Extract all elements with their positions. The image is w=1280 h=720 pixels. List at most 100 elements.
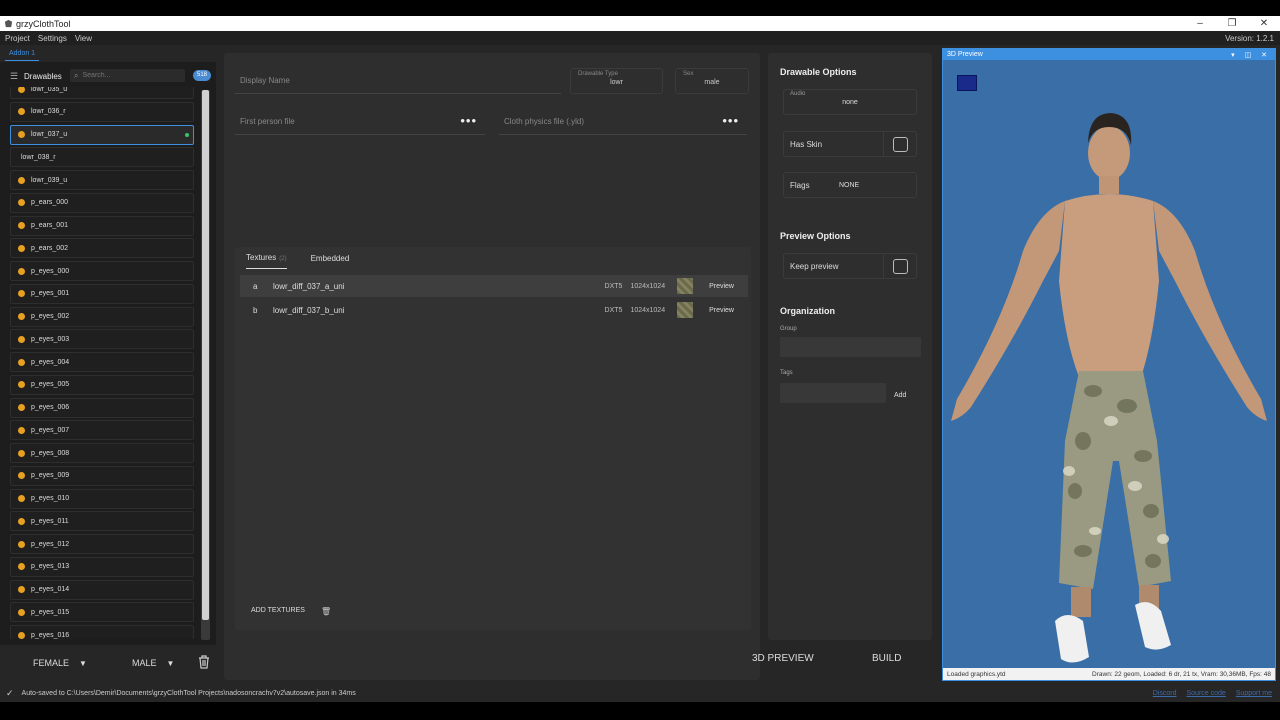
texture-row[interactable]: b lowr_diff_037_b_uni DXT5 1024x1024 Pre… [240,299,748,321]
drawable-item[interactable]: p_eyes_003 [10,329,194,350]
drawable-type-select[interactable]: Drawable Type lowr [570,68,663,94]
female-dropdown[interactable]: FEMALE ▼ [33,655,87,671]
drawable-item-label: p_eyes_010 [31,495,70,502]
drawable-item[interactable]: lowr_035_u [10,87,194,99]
build-button[interactable]: BUILD [872,653,901,664]
texture-thumbnail [677,278,694,294]
tab-textures[interactable]: Textures (2) [246,247,287,269]
drawable-item[interactable]: p_eyes_005 [10,374,194,395]
drawable-item[interactable]: p_eyes_012 [10,534,194,554]
source-code-link[interactable]: Source code [1187,690,1226,697]
flags-value: NONE [839,182,860,189]
drawable-item[interactable]: p_eyes_010 [10,488,194,509]
trash-icon[interactable] [198,655,210,669]
drawable-item-label: p_eyes_002 [31,313,70,320]
search-icon: ⌕ [74,70,79,80]
texture-name: lowr_diff_037_b_uni [273,305,345,315]
drawable-item[interactable]: p_eyes_014 [10,579,194,600]
drawables-label: Drawables [24,71,62,81]
status-message: Auto-saved to C:\Users\Demir\Documents\g… [21,690,356,697]
drawable-item[interactable]: p_ears_001 [10,215,194,236]
warning-icon [18,335,25,343]
menu-settings[interactable]: Settings [38,34,67,43]
warning-icon [18,87,25,93]
search-box[interactable]: ⌕ [70,69,185,82]
drawable-item[interactable]: p_eyes_011 [10,511,194,532]
texture-row[interactable]: a lowr_diff_037_a_uni DXT5 1024x1024 Pre… [240,275,748,297]
search-input[interactable] [82,72,173,79]
tab-textures-label: Textures [246,253,277,262]
scrollbar-thumb[interactable] [202,90,209,620]
drawable-item[interactable]: p_eyes_006 [10,397,194,418]
tab-textures-count: (2) [279,256,287,262]
drawable-item[interactable]: p_eyes_015 [10,602,194,623]
drawable-item[interactable]: p_eyes_008 [10,443,194,463]
support-me-link[interactable]: Support me [1236,690,1272,697]
add-tag-button[interactable]: Add [894,392,906,399]
drawable-item-label: p_eyes_000 [31,267,70,275]
preview-window-controls[interactable]: ▾ ◫ ✕ [1231,51,1271,59]
drawable-item-label: p_eyes_014 [31,586,70,593]
drawable-item[interactable]: p_ears_000 [10,192,194,213]
drawable-item[interactable]: p_eyes_000 [10,261,194,281]
drawable-item[interactable]: p_eyes_007 [10,420,194,441]
flags-field[interactable]: Flags NONE [783,172,917,198]
has-skin-checkbox[interactable] [893,137,908,152]
keep-preview-checkbox[interactable] [893,259,908,274]
drawable-item[interactable]: lowr_039_u [10,170,194,190]
status-dot-icon [185,132,189,137]
drawable-item[interactable]: p_eyes_002 [10,306,194,327]
3d-preview-window[interactable]: 3D Preview ▾ ◫ ✕ Loaded graphics.ytd Dra… [942,48,1276,681]
menu-view[interactable]: View [75,34,92,43]
close-icon[interactable]: ✕ [1248,18,1280,29]
drawable-options-title: Drawable Options [780,67,857,77]
3d-preview-button[interactable]: 3D PREVIEW [752,653,814,664]
drawables-scrollbar[interactable] [201,90,210,640]
drawable-item-label: p_eyes_001 [31,290,70,298]
window-title: grzyClothTool [16,18,71,29]
trash-icon[interactable]: 🗑 [321,607,331,616]
display-name-field[interactable]: Display Name [235,68,561,94]
audio-select[interactable]: Audio none [783,89,917,115]
drawable-item[interactable]: lowr_037_u [10,124,194,145]
minimize-icon[interactable]: – [1184,18,1216,29]
texture-format: DXT5 [604,282,623,290]
menu-project[interactable]: Project [5,34,30,43]
warning-icon [18,108,25,116]
drawable-item[interactable]: p_eyes_009 [10,465,194,486]
tab-embedded[interactable]: Embedded [311,248,350,269]
male-label: MALE [132,658,157,668]
texture-format: DXT5 [604,306,623,314]
drawable-item[interactable]: lowr_038_r [10,147,194,168]
drawable-item[interactable]: p_eyes_013 [10,556,194,577]
warning-icon [18,358,25,366]
drawable-item[interactable]: lowr_036_r [10,101,194,122]
texture-letter: a [253,281,258,291]
drawable-item[interactable]: p_eyes_016 [10,625,194,639]
texture-preview-button[interactable]: Preview [709,283,734,290]
tab-addon-1[interactable]: Addon 1 [5,50,40,61]
cloth-physics-file-field[interactable]: Cloth physics file (.yld) ••• [499,109,747,135]
drawable-item-label: p_ears_000 [31,199,68,207]
texture-preview-button[interactable]: Preview [709,307,734,314]
first-person-browse-button[interactable]: ••• [460,113,477,128]
drawable-item-label: p_eyes_004 [31,358,70,366]
add-textures-button[interactable]: ADD TEXTURES [251,607,305,614]
drawable-item-label: p_ears_002 [31,244,68,252]
warning-icon [18,495,25,502]
drawable-item-label: p_eyes_009 [31,472,70,480]
cloth-physics-browse-button[interactable]: ••• [722,113,739,128]
first-person-file-field[interactable]: First person file ••• [235,109,485,135]
warning-icon [18,608,25,616]
organization-title: Organization [780,306,836,316]
group-input[interactable] [780,337,921,357]
drawable-item[interactable]: p_ears_002 [10,238,194,259]
title-bar: grzyClothTool – ❐ ✕ [0,16,1280,31]
drawable-item[interactable]: p_eyes_004 [10,352,194,372]
tags-input[interactable] [780,383,886,403]
sex-select[interactable]: Sex male [675,68,749,94]
drawable-item[interactable]: p_eyes_001 [10,283,194,304]
discord-link[interactable]: Discord [1153,690,1177,697]
restore-icon[interactable]: ❐ [1216,18,1248,29]
male-dropdown[interactable]: MALE ▼ [132,655,174,671]
